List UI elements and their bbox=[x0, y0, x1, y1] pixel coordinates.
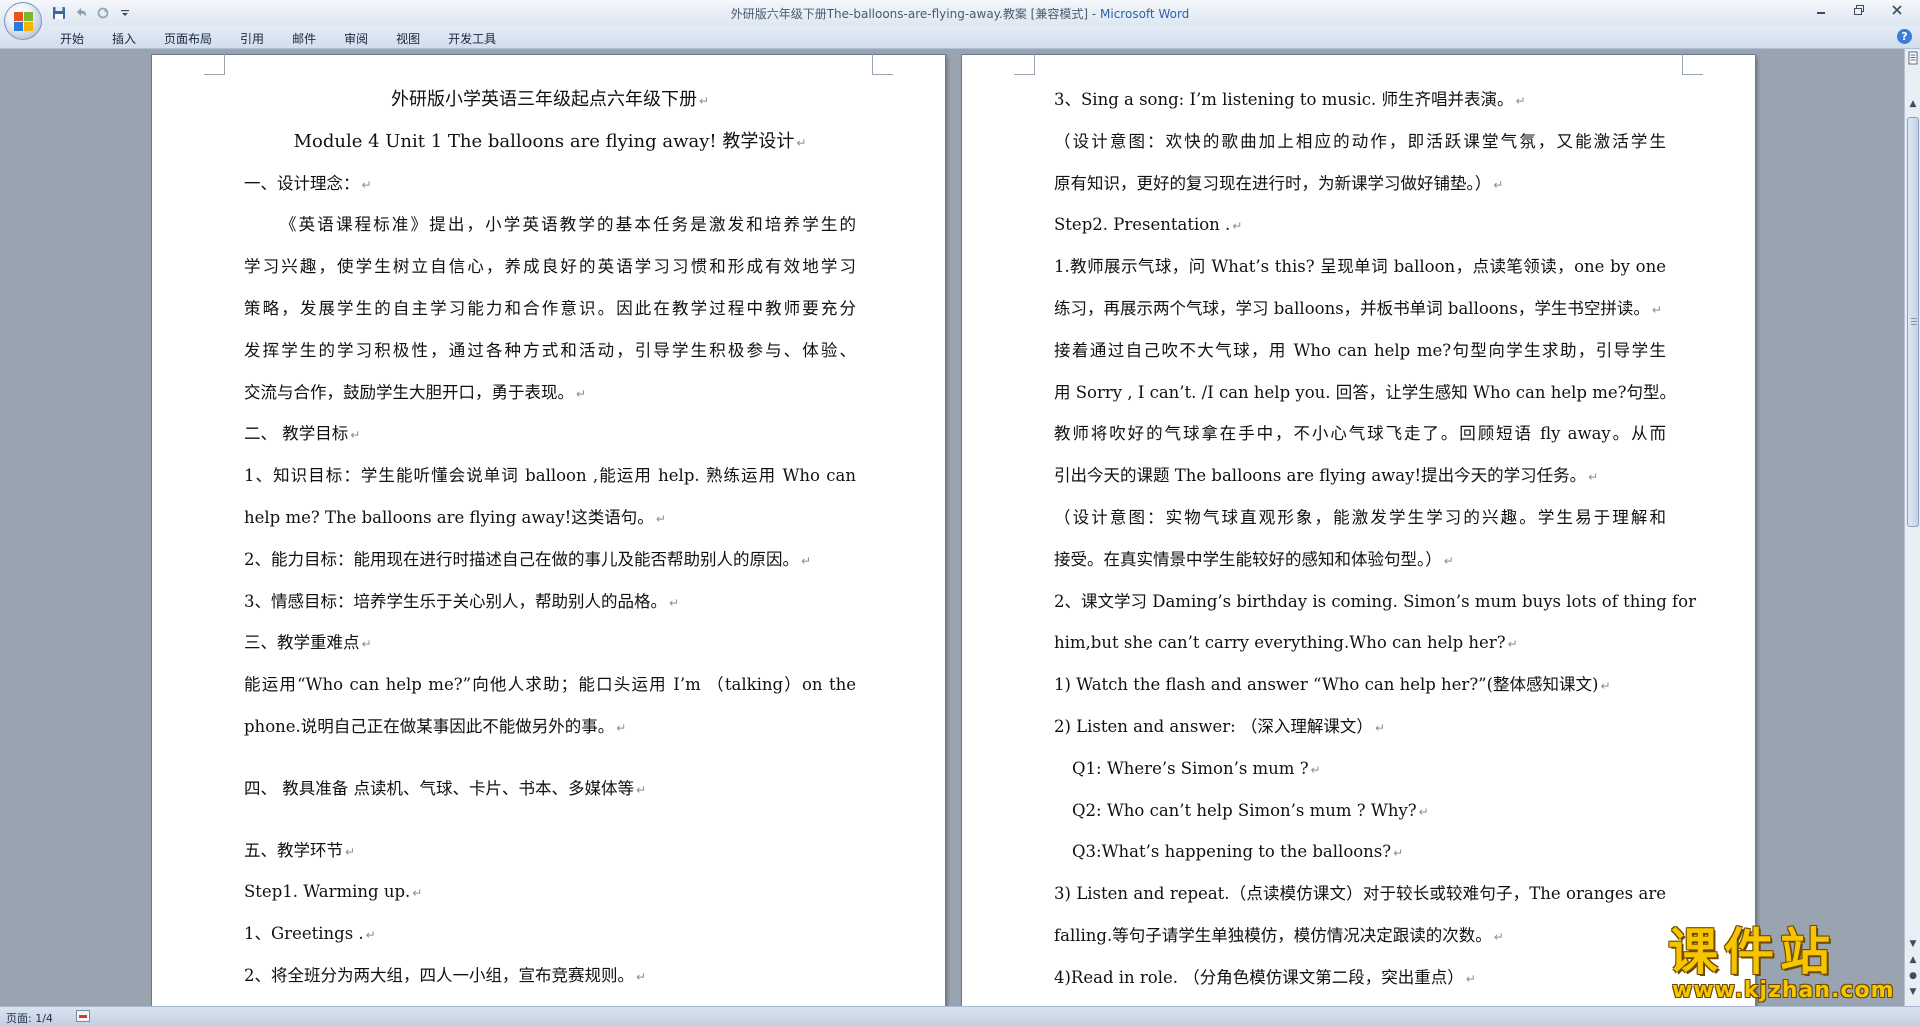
window-controls bbox=[1802, 0, 1916, 20]
paragraph-line: 1.教师展示气球，问 What’s this? 呈现单词 balloon，点读笔… bbox=[1054, 257, 1666, 277]
tab-home[interactable]: 开始 bbox=[60, 30, 84, 47]
paragraph-line: 《英语课程标准》提出，小学英语教学的基本任务是激发和培养学生的 bbox=[280, 215, 856, 235]
watermark-title: 课件站 bbox=[1668, 923, 1836, 981]
paragraph-line: 交流与合作，鼓励学生大胆开口，勇于表现。 ↵ bbox=[244, 382, 587, 402]
tab-insert[interactable]: 插入 bbox=[112, 30, 136, 47]
office-button[interactable] bbox=[4, 2, 42, 40]
paragraph-line: 1) Watch the flash and answer “Who can h… bbox=[1054, 675, 1611, 695]
doc-title-line-2: Module 4 Unit 1 The balloons are flying … bbox=[293, 130, 807, 152]
app-name: Microsoft Word bbox=[1100, 7, 1190, 21]
paragraph-line: 4)Read in role. （分角色模仿课文第二段，突出重点） ↵ bbox=[1054, 967, 1476, 987]
paragraph-line: 发挥学生的学习积极性，通过各种方式和活动，引导学生积极参与、体验、 bbox=[244, 340, 856, 360]
section-heading: 四、 教具准备 点读机、气球、卡片、书本、多媒体等 ↵ bbox=[244, 778, 647, 798]
paragraph-line: 2、能力目标：能用现在进行时描述自己在做的事儿及能否帮助别人的原因。 ↵ bbox=[244, 549, 812, 569]
paragraph-line: 策略，发展学生的自主学习能力和合作意识。因此在教学过程中教师要充分 bbox=[244, 298, 856, 318]
window-title: 外研版六年级下册The-balloons-are-flying-away.教案 … bbox=[0, 5, 1920, 22]
document-area[interactable]: 外研版小学英语三年级起点六年级下册 ↵ Module 4 Unit 1 The b… bbox=[0, 49, 1904, 1006]
browse-object-icon[interactable]: ● bbox=[1907, 971, 1919, 985]
page-2-content: 3、Sing a song: I’m listening to music. 师… bbox=[1054, 81, 1696, 1001]
question-line: Q2: Who can’t help Simon’s mum ? Why? ↵ bbox=[1072, 800, 1429, 820]
view-ruler-icon[interactable] bbox=[1906, 51, 1920, 67]
vertical-scrollbar[interactable]: ▲ ▼ ▲ ● ▼ bbox=[1904, 49, 1920, 1006]
margin-corner-mark bbox=[204, 54, 225, 75]
paragraph-line: falling.等句子请学生单独模仿，模仿情况决定跟读的次数。 ↵ bbox=[1054, 925, 1504, 945]
tab-references[interactable]: 引用 bbox=[240, 30, 264, 47]
paragraph-line: 1、Greetings . ↵ bbox=[244, 924, 376, 944]
title-bar: 外研版六年级下册The-balloons-are-flying-away.教案 … bbox=[0, 0, 1920, 40]
paragraph-line: help me? The balloons are flying away!这类… bbox=[244, 507, 666, 527]
tab-page-layout[interactable]: 页面布局 bbox=[164, 30, 212, 47]
margin-corner-mark bbox=[1682, 54, 1703, 75]
site-watermark-logo: 课件站 www.kjzhan.com bbox=[1668, 925, 1904, 1005]
scroll-down-icon[interactable]: ▼ bbox=[1907, 939, 1919, 953]
paragraph-line: （设计意图：欢快的歌曲加上相应的动作，即活跃课堂气氛，又能激活学生 bbox=[1054, 131, 1666, 151]
paragraph-line: 2、将全班分为两大组，四人一小组，宣布竞赛规则。 ↵ bbox=[244, 965, 647, 985]
paragraph-line: 练习，再展示两个气球，学习 balloons，并板书单词 balloons，学生… bbox=[1054, 298, 1662, 318]
paragraph-line: 用 Sorry , I can’t. /I can help you. 回答，让… bbox=[1054, 382, 1676, 402]
paragraph-line: 接受。在真实情景中学生能较好的感知和体验句型。） ↵ bbox=[1054, 549, 1454, 569]
office-logo-icon bbox=[14, 12, 33, 31]
paragraph-line: him,but she can’t carry everything.Who c… bbox=[1054, 633, 1518, 653]
watermark-url: www.kjzhan.com bbox=[1672, 978, 1895, 1003]
paragraph-line: 3、情感目标：培养学生乐于关心别人，帮助别人的品格。 ↵ bbox=[244, 591, 680, 611]
tab-view[interactable]: 视图 bbox=[396, 30, 420, 47]
margin-corner-mark bbox=[1014, 54, 1035, 75]
paragraph-line: 学习兴趣，使学生树立自信心，养成良好的英语学习习惯和形成有效地学习 bbox=[244, 257, 856, 277]
tab-mailings[interactable]: 邮件 bbox=[292, 30, 316, 47]
tab-developer[interactable]: 开发工具 bbox=[448, 30, 496, 47]
question-line: Q3:What’s happening to the balloons? ↵ bbox=[1072, 842, 1404, 862]
paragraph-line: Step1. Warming up. ↵ bbox=[244, 882, 423, 902]
previous-page-icon[interactable]: ▲ bbox=[1907, 955, 1919, 969]
paragraph-line: 原有知识，更好的复习现在进行时，为新课学习做好铺垫。） ↵ bbox=[1054, 173, 1504, 193]
paragraph-line: 3) Listen and repeat.（点读模仿课文）对于较长或较难句子，T… bbox=[1054, 884, 1666, 904]
restore-icon[interactable] bbox=[1840, 0, 1878, 20]
section-heading: 五、教学环节 ↵ bbox=[244, 840, 356, 860]
paragraph-line: （设计意图：实物气球直观形象，能激发学生学习的兴趣。学生易于理解和 bbox=[1054, 507, 1666, 527]
document-title: 外研版六年级下册The-balloons-are-flying-away.教案 … bbox=[730, 7, 1101, 21]
status-bar: 页面: 1/4 bbox=[0, 1006, 1920, 1026]
minimize-icon[interactable] bbox=[1802, 0, 1840, 20]
question-line: Q1: Where’s Simon’s mum ? ↵ bbox=[1072, 758, 1321, 778]
page-1-content: 外研版小学英语三年级起点六年级下册 ↵ Module 4 Unit 1 The b… bbox=[244, 81, 856, 999]
section-heading: 三、教学重难点 ↵ bbox=[244, 633, 372, 653]
paragraph-line: 3、Sing a song: I’m listening to music. 师… bbox=[1054, 90, 1526, 109]
section-heading: Step2. Presentation . ↵ bbox=[1054, 215, 1243, 235]
paragraph-line: 教师将吹好的气球拿在手中，不小心气球飞走了。回顾短语 fly away。从而 bbox=[1054, 424, 1666, 444]
next-page-icon[interactable]: ▼ bbox=[1907, 987, 1919, 1001]
page-1[interactable]: 外研版小学英语三年级起点六年级下册 ↵ Module 4 Unit 1 The b… bbox=[152, 54, 945, 1006]
margin-corner-mark bbox=[872, 54, 893, 75]
paragraph-line: phone.说明自己正在做某事因此不能做另外的事。 ↵ bbox=[244, 716, 627, 736]
paragraph-line: 一、设计理念： ↵ bbox=[244, 173, 372, 193]
section-heading: 二、 教学目标 ↵ bbox=[244, 424, 361, 444]
paragraph-line: 引出今天的课题 The balloons are flying away!提出今… bbox=[1054, 466, 1599, 486]
paragraph-line: 1、知识目标：学生能听懂会说单词 balloon ,能运用 help. 熟练运用… bbox=[244, 466, 856, 486]
close-icon[interactable] bbox=[1878, 0, 1916, 20]
proofing-icon[interactable] bbox=[76, 1010, 90, 1022]
tab-review[interactable]: 审阅 bbox=[344, 30, 368, 47]
paragraph-line: 2) Listen and answer: （深入理解课文） ↵ bbox=[1054, 716, 1385, 736]
scroll-up-icon[interactable]: ▲ bbox=[1907, 99, 1919, 111]
page-count-status[interactable]: 页面: 1/4 bbox=[6, 1010, 53, 1026]
page-2[interactable]: 3、Sing a song: I’m listening to music. 师… bbox=[962, 54, 1755, 1006]
paragraph-line: 接着通过自己吹不大气球，用 Who can help me?句型向学生求助，引导… bbox=[1054, 340, 1666, 360]
help-icon[interactable]: ? bbox=[1897, 29, 1912, 44]
paragraph-line: 能运用“Who can help me?”向他人求助；能口头运用 I’m （ta… bbox=[244, 675, 856, 695]
ribbon-tab-bar: 开始 插入 页面布局 引用 邮件 审阅 视图 开发工具 ? bbox=[0, 26, 1920, 49]
scroll-thumb[interactable] bbox=[1907, 117, 1919, 527]
doc-title-line-1: 外研版小学英语三年级起点六年级下册 ↵ bbox=[390, 89, 710, 110]
paragraph-line: 2、课文学习 Daming’s birthday is coming. Simo… bbox=[1054, 591, 1696, 611]
